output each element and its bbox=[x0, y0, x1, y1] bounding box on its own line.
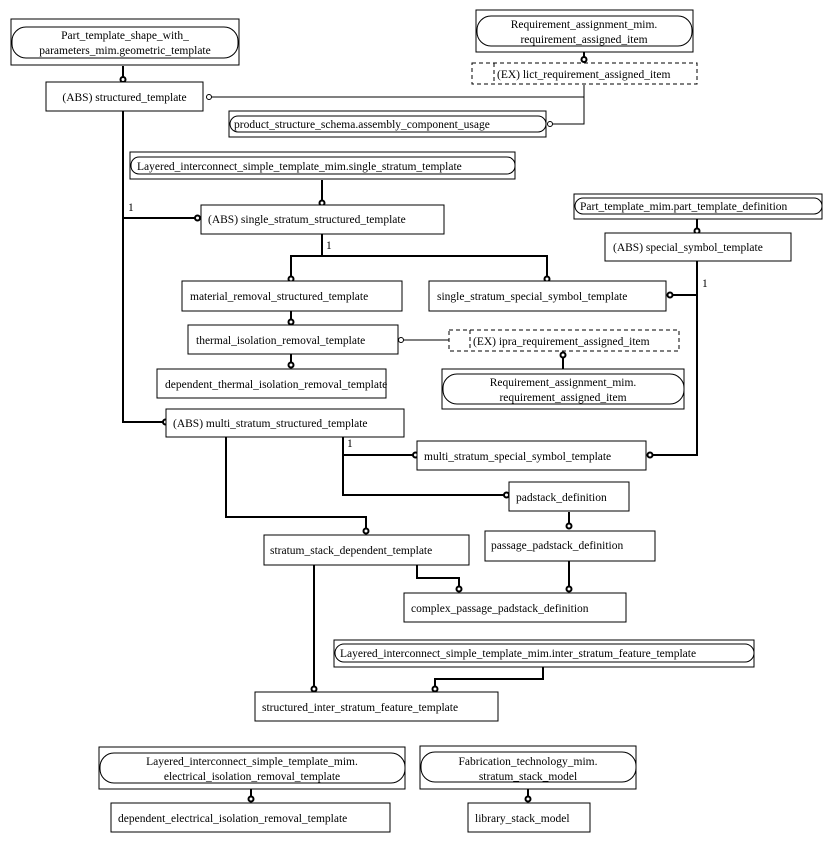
edge-structured-to-lict bbox=[211, 85, 585, 98]
node-library-stack-model[interactable]: library_stack_model bbox=[467, 802, 591, 833]
express-g-diagram: 1 1 1 1 Part_template_shape_with_ parame… bbox=[10, 9, 823, 833]
node-dependent-electrical-isolation-removal-template[interactable]: dependent_electrical_isolation_removal_t… bbox=[110, 802, 391, 833]
node-label: Layered_interconnect_simple_template_mim… bbox=[137, 161, 462, 173]
node-label: stratum_stack_dependent_template bbox=[270, 545, 432, 557]
node-material-removal-structured-template[interactable]: material_removal_structured_template bbox=[181, 280, 403, 312]
cardinality-label: 1 bbox=[347, 438, 353, 450]
node-special-symbol-template[interactable]: (ABS) special_symbol_template bbox=[604, 232, 792, 262]
node-label: Fabrication_technology_mim. bbox=[459, 756, 598, 768]
node-requirement-assigned-item-mid[interactable]: Requirement_assignment_mim. requirement_… bbox=[441, 368, 685, 410]
node-label: dependent_thermal_isolation_removal_temp… bbox=[165, 379, 387, 391]
node-assembly-component-usage[interactable]: product_structure_schema.assembly_compon… bbox=[228, 110, 547, 138]
node-label: thermal_isolation_removal_template bbox=[196, 335, 365, 347]
node-stratum-stack-dependent-template[interactable]: stratum_stack_dependent_template bbox=[263, 534, 470, 566]
edge-end-circle bbox=[646, 451, 654, 459]
node-label: (EX) lict_requirement_assigned_item bbox=[497, 69, 670, 81]
edge-end-circle bbox=[431, 685, 439, 693]
edge-end-circle bbox=[666, 291, 674, 299]
edge-sst-to-ssss bbox=[322, 255, 548, 277]
node-label: (ABS) multi_stratum_structured_template bbox=[173, 418, 368, 430]
node-label: Layered_interconnect_simple_template_mim… bbox=[340, 648, 696, 660]
edge-end-circle bbox=[503, 491, 510, 499]
cardinality-label: 1 bbox=[326, 240, 332, 252]
node-single-stratum-structured-template[interactable]: (ABS) single_stratum_structured_template bbox=[200, 204, 445, 235]
node-passage-padstack-definition[interactable]: passage_padstack_definition bbox=[484, 530, 656, 562]
node-multi-stratum-special-symbol-template[interactable]: multi_stratum_special_symbol_template bbox=[416, 440, 647, 471]
edge-end-circle bbox=[524, 795, 532, 803]
node-single-stratum-template[interactable]: Layered_interconnect_simple_template_mim… bbox=[129, 151, 516, 180]
node-label: padstack_definition bbox=[516, 492, 607, 504]
node-complex-passage-padstack-definition[interactable]: complex_passage_padstack_definition bbox=[403, 592, 627, 623]
node-label: product_structure_schema.assembly_compon… bbox=[234, 119, 490, 131]
node-label: (ABS) special_symbol_template bbox=[613, 242, 763, 254]
node-structured-template[interactable]: (ABS) structured_template bbox=[45, 81, 204, 112]
edge-end-circle bbox=[455, 585, 463, 593]
node-single-stratum-special-symbol-template[interactable]: single_stratum_special_symbol_template bbox=[428, 280, 667, 312]
node-lict-requirement-assigned-item[interactable]: (EX) lict_requirement_assigned_item bbox=[471, 62, 698, 85]
edge-end-circle bbox=[119, 76, 127, 83]
edge-end-circle bbox=[194, 214, 201, 222]
node-label: multi_stratum_special_symbol_template bbox=[424, 451, 611, 463]
edge-msst-to-ssdt bbox=[225, 437, 367, 529]
node-label: dependent_electrical_isolation_removal_t… bbox=[118, 813, 347, 825]
node-label: Layered_interconnect_simple_template_mim… bbox=[146, 756, 358, 768]
node-label: requirement_assigned_item bbox=[520, 34, 647, 46]
node-stratum-stack-model[interactable]: Fabrication_technology_mim. stratum_stac… bbox=[419, 745, 637, 790]
edge-end-circle bbox=[547, 121, 553, 127]
node-inter-stratum-feature-template[interactable]: Layered_interconnect_simple_template_mim… bbox=[333, 639, 755, 668]
edge-acu-to-lict bbox=[552, 97, 585, 125]
node-ipra-requirement-assigned-item[interactable]: (EX) ipra_requirement_assigned_item bbox=[448, 329, 680, 352]
node-geometric-template[interactable]: Part_template_shape_with_ parameters_mim… bbox=[10, 18, 240, 66]
node-label: electrical_isolation_removal_template bbox=[164, 771, 340, 783]
node-label: passage_padstack_definition bbox=[491, 540, 623, 552]
edge-end-circle bbox=[287, 361, 295, 369]
node-padstack-definition[interactable]: padstack_definition bbox=[508, 481, 630, 512]
cardinality-label: 1 bbox=[128, 202, 134, 214]
node-label: stratum_stack_model bbox=[479, 771, 577, 783]
edge-end-circle bbox=[287, 318, 295, 326]
edge-end-circle bbox=[565, 585, 573, 593]
edge-end-circle bbox=[565, 522, 573, 530]
edge-sst-to-mrst bbox=[290, 234, 323, 277]
node-part-template-definition[interactable]: Part_template_mim.part_template_definiti… bbox=[573, 193, 823, 220]
node-label: library_stack_model bbox=[475, 813, 570, 825]
node-label: (EX) ipra_requirement_assigned_item bbox=[473, 336, 650, 348]
edge-end-circle bbox=[580, 56, 588, 63]
node-label: single_stratum_special_symbol_template bbox=[437, 291, 627, 303]
node-label: Requirement_assignment_mim. bbox=[511, 19, 658, 31]
node-multi-stratum-structured-template[interactable]: (ABS) multi_stratum_structured_template bbox=[165, 408, 405, 438]
node-label: complex_passage_padstack_definition bbox=[411, 603, 589, 615]
node-label: structured_inter_stratum_feature_templat… bbox=[262, 702, 458, 714]
node-label: (ABS) structured_template bbox=[62, 92, 186, 104]
node-label: Requirement_assignment_mim. bbox=[490, 377, 637, 389]
node-thermal-isolation-removal-template[interactable]: thermal_isolation_removal_template bbox=[187, 324, 399, 355]
node-label: (ABS) single_stratum_structured_template bbox=[208, 214, 406, 226]
cardinality-label: 1 bbox=[702, 278, 708, 290]
node-label: Part_template_shape_with_ bbox=[61, 30, 189, 42]
edge-end-circle bbox=[559, 351, 567, 359]
node-dependent-thermal-isolation-removal-template[interactable]: dependent_thermal_isolation_removal_temp… bbox=[156, 368, 387, 399]
node-label: material_removal_structured_template bbox=[190, 291, 368, 303]
edge-ssdt-to-cppd bbox=[416, 565, 460, 587]
node-label: Part_template_mim.part_template_definiti… bbox=[580, 201, 788, 213]
edge-end-circle bbox=[362, 527, 370, 535]
node-structured-inter-stratum-feature-template[interactable]: structured_inter_stratum_feature_templat… bbox=[254, 691, 499, 722]
node-label: requirement_assigned_item bbox=[499, 392, 626, 404]
edge-lis-isf-to-sisft bbox=[434, 667, 544, 687]
node-label: parameters_mim.geometric_template bbox=[39, 45, 210, 57]
node-requirement-assigned-item-top[interactable]: Requirement_assignment_mim. requirement_… bbox=[475, 9, 694, 53]
edge-end-circle bbox=[310, 685, 318, 693]
edge-end-circle bbox=[247, 795, 255, 803]
edge-end-circle bbox=[206, 94, 212, 100]
node-electrical-isolation-removal-template[interactable]: Layered_interconnect_simple_template_mim… bbox=[98, 746, 406, 790]
edge-end-circle bbox=[398, 337, 404, 343]
